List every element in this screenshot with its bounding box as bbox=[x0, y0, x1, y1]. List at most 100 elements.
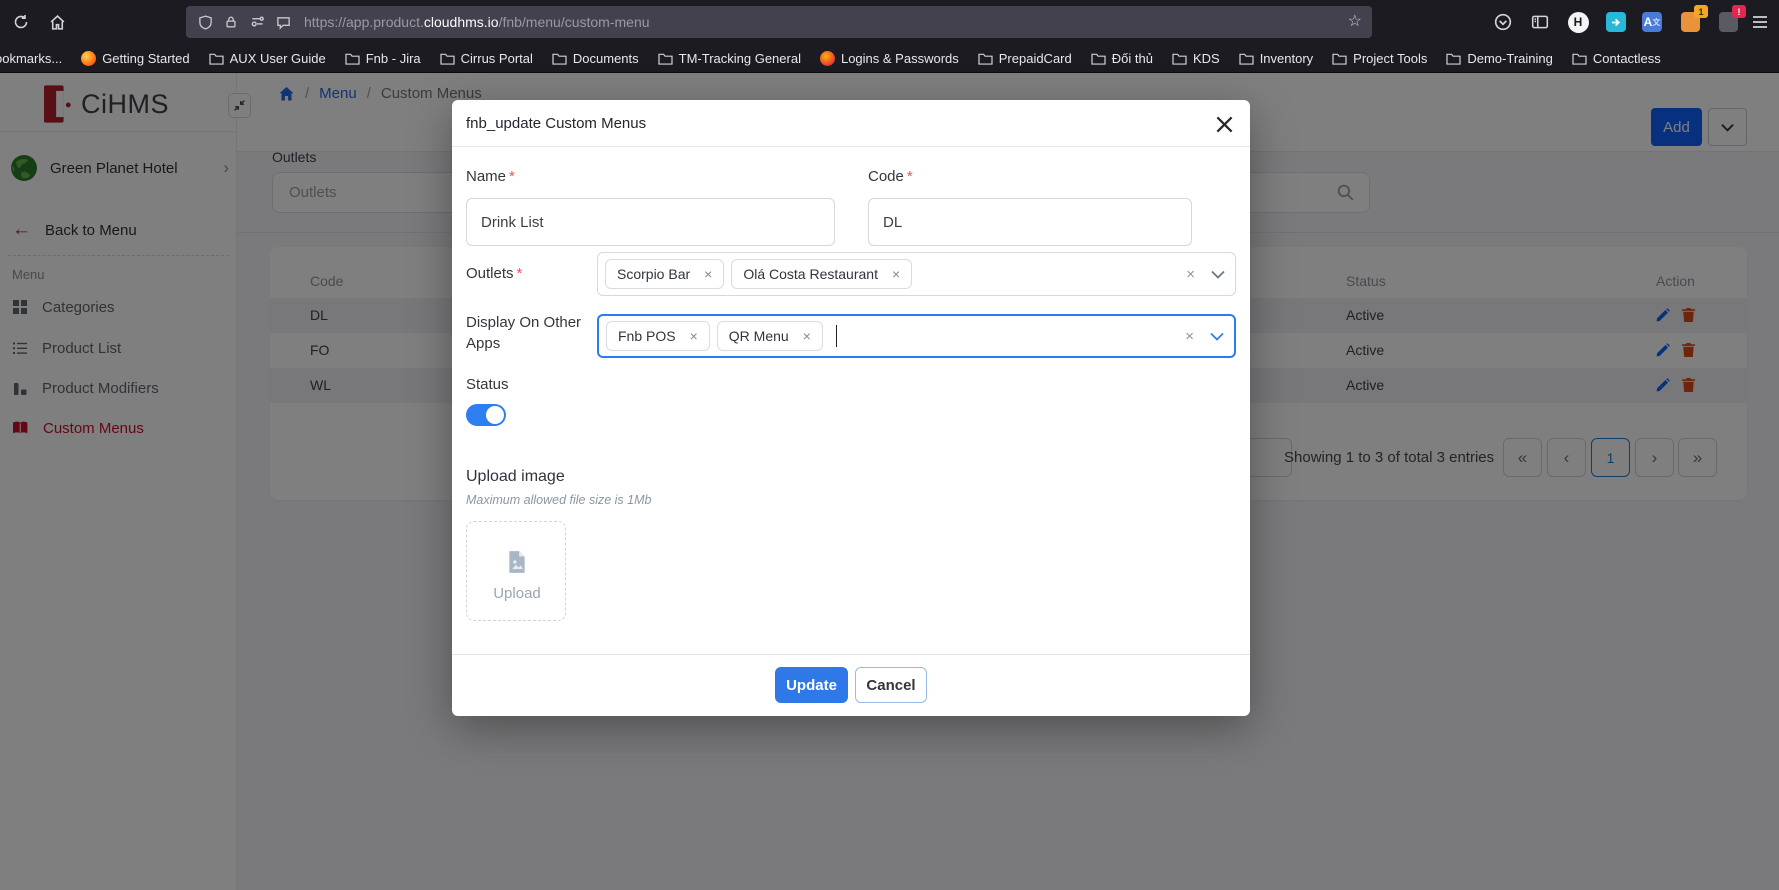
remove-chip-icon[interactable]: × bbox=[704, 266, 712, 282]
shield-icon[interactable] bbox=[192, 9, 218, 35]
chip-label: Olá Costa Restaurant bbox=[743, 266, 878, 282]
menu-hamburger-icon[interactable] bbox=[1748, 10, 1772, 34]
required-asterisk: * bbox=[907, 168, 913, 185]
folder-icon bbox=[1446, 52, 1461, 65]
folder-icon bbox=[345, 52, 360, 65]
chip-label: Fnb POS bbox=[618, 328, 676, 344]
name-label: Name* bbox=[466, 168, 515, 185]
folder-icon bbox=[440, 52, 455, 65]
chip-scorpio-bar[interactable]: Scorpio Bar × bbox=[605, 259, 724, 289]
bookmark-item[interactable]: Cirrus Portal bbox=[440, 51, 533, 66]
display-apps-label-line2: Apps bbox=[466, 335, 500, 352]
lock-icon[interactable] bbox=[218, 9, 244, 35]
permissions-icon[interactable] bbox=[244, 9, 270, 35]
remove-chip-icon[interactable]: × bbox=[690, 328, 698, 344]
bookmark-label: Cirrus Portal bbox=[461, 51, 533, 66]
modal-header: fnb_update Custom Menus bbox=[452, 100, 1250, 147]
display-apps-multiselect[interactable]: Fnb POS × QR Menu × × bbox=[597, 314, 1236, 358]
code-label: Code* bbox=[868, 168, 913, 185]
image-file-icon bbox=[506, 550, 528, 574]
report-badge: ! bbox=[1732, 5, 1746, 18]
folder-icon bbox=[1332, 52, 1347, 65]
bookmark-label: Project Tools bbox=[1353, 51, 1427, 66]
remove-chip-icon[interactable]: × bbox=[803, 328, 811, 344]
extension-capture-icon[interactable] bbox=[1604, 10, 1628, 34]
url-path: /fnb/menu/custom-menu bbox=[499, 14, 650, 30]
cancel-button[interactable]: Cancel bbox=[855, 667, 927, 703]
message-bubble-icon[interactable] bbox=[270, 9, 296, 35]
upload-hint: Maximum allowed file size is 1Mb bbox=[466, 493, 651, 507]
modal-footer: Update Cancel bbox=[452, 654, 1250, 716]
report-extension-icon[interactable]: ! bbox=[1716, 10, 1740, 34]
folder-icon bbox=[1239, 52, 1254, 65]
bookmarks-bar: ookmarks... Getting Started AUX User Gui… bbox=[0, 44, 1779, 73]
bookmark-item[interactable]: ookmarks... bbox=[0, 51, 62, 66]
bookmark-item[interactable]: Documents bbox=[552, 51, 639, 66]
bookmark-item[interactable]: Inventory bbox=[1239, 51, 1313, 66]
bookmark-star-icon[interactable]: ☆ bbox=[1348, 11, 1362, 31]
bookmark-item[interactable]: Getting Started bbox=[81, 51, 189, 66]
chip-fnb-pos[interactable]: Fnb POS × bbox=[606, 321, 710, 351]
toggle-knob bbox=[486, 406, 504, 424]
text-cursor bbox=[836, 325, 838, 347]
clear-all-icon[interactable]: × bbox=[1185, 328, 1194, 345]
bookmark-item[interactable]: AUX User Guide bbox=[209, 51, 326, 66]
bookmark-item[interactable]: Logins & Passwords bbox=[820, 51, 959, 66]
chip-label: QR Menu bbox=[729, 328, 789, 344]
folder-icon bbox=[552, 52, 567, 65]
name-input[interactable] bbox=[466, 198, 835, 246]
update-button[interactable]: Update bbox=[775, 667, 848, 703]
bookmark-item[interactable]: Đối thủ bbox=[1091, 51, 1153, 66]
required-asterisk: * bbox=[517, 265, 523, 282]
required-asterisk: * bbox=[509, 168, 515, 185]
upload-button-label: Upload bbox=[467, 585, 567, 602]
bookmark-label: AUX User Guide bbox=[230, 51, 326, 66]
bookmark-label: PrepaidCard bbox=[999, 51, 1072, 66]
hand-badge: 1 bbox=[1694, 5, 1708, 18]
update-custom-menu-modal: fnb_update Custom Menus Name* Code* Outl… bbox=[452, 100, 1250, 716]
clear-all-icon[interactable]: × bbox=[1186, 266, 1195, 283]
folder-icon bbox=[1572, 52, 1587, 65]
chevron-down-icon[interactable] bbox=[1210, 332, 1224, 341]
chip-label: Scorpio Bar bbox=[617, 266, 690, 282]
bookmark-item[interactable]: Demo-Training bbox=[1446, 51, 1553, 66]
folder-icon bbox=[1172, 52, 1187, 65]
account-avatar[interactable]: H bbox=[1566, 10, 1590, 34]
pocket-icon[interactable] bbox=[1491, 10, 1515, 34]
translate-extension-icon[interactable]: A文 bbox=[1640, 10, 1664, 34]
folder-icon bbox=[209, 52, 224, 65]
bookmark-label: Demo-Training bbox=[1467, 51, 1553, 66]
upload-image-title: Upload image bbox=[466, 468, 565, 486]
bookmark-item[interactable]: Fnb - Jira bbox=[345, 51, 421, 66]
reload-icon[interactable] bbox=[9, 10, 33, 34]
outlets-label: Outlets* bbox=[466, 265, 522, 282]
chip-ola-costa-restaurant[interactable]: Olá Costa Restaurant × bbox=[731, 259, 912, 289]
url-text: https://app.product.cloudhms.io/fnb/menu… bbox=[304, 14, 650, 30]
code-input[interactable] bbox=[868, 198, 1192, 246]
home-icon[interactable] bbox=[45, 10, 69, 34]
folder-icon bbox=[978, 52, 993, 65]
url-bar[interactable]: https://app.product.cloudhms.io/fnb/menu… bbox=[186, 6, 1372, 38]
chip-qr-menu[interactable]: QR Menu × bbox=[717, 321, 823, 351]
app-viewport: CiHMS Green Planet Hotel › ← Back to Men… bbox=[0, 73, 1779, 890]
bookmark-label: Contactless bbox=[1593, 51, 1661, 66]
url-prefix: https://app.product. bbox=[304, 14, 424, 30]
bookmark-label: Documents bbox=[573, 51, 639, 66]
bookmark-label: KDS bbox=[1193, 51, 1220, 66]
sidebar-toggle-icon[interactable] bbox=[1528, 10, 1552, 34]
close-icon[interactable] bbox=[1212, 112, 1236, 136]
folder-icon bbox=[658, 52, 673, 65]
bookmark-item[interactable]: TM-Tracking General bbox=[658, 51, 801, 66]
upload-dropzone[interactable]: Upload bbox=[466, 521, 566, 621]
bookmark-item[interactable]: PrepaidCard bbox=[978, 51, 1072, 66]
extension-hand-icon[interactable]: 1 bbox=[1678, 10, 1702, 34]
url-domain: cloudhms.io bbox=[424, 14, 499, 30]
bookmark-item[interactable]: Project Tools bbox=[1332, 51, 1427, 66]
bookmark-item[interactable]: KDS bbox=[1172, 51, 1220, 66]
remove-chip-icon[interactable]: × bbox=[892, 266, 900, 282]
bookmark-item[interactable]: Contactless bbox=[1572, 51, 1661, 66]
folder-icon bbox=[1091, 52, 1106, 65]
outlets-multiselect[interactable]: Scorpio Bar × Olá Costa Restaurant × × bbox=[597, 252, 1236, 296]
chevron-down-icon[interactable] bbox=[1211, 270, 1225, 279]
status-toggle[interactable] bbox=[466, 404, 506, 426]
